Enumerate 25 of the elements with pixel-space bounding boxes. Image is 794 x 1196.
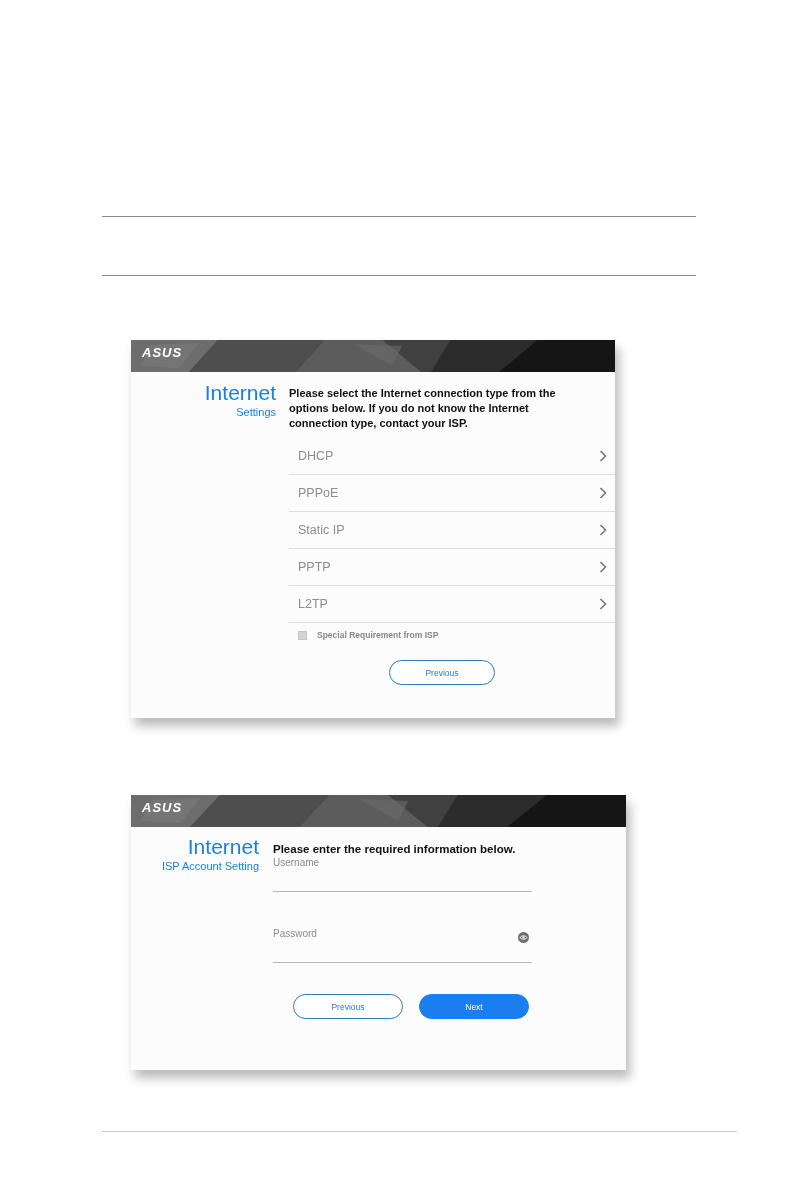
previous-button[interactable]: Previous <box>389 660 495 685</box>
connection-option[interactable]: Static IP <box>289 512 615 549</box>
chevron-icon <box>599 598 607 610</box>
page-subtitle: ISP Account Setting <box>160 859 259 874</box>
eye-icon[interactable] <box>518 932 529 943</box>
next-button[interactable]: Next <box>419 994 529 1019</box>
connection-option[interactable]: PPTP <box>289 549 615 586</box>
connection-option[interactable]: L2TP <box>289 586 615 623</box>
checkbox[interactable] <box>298 630 307 640</box>
chevron-icon <box>599 524 607 536</box>
page-subtitle: Settings <box>235 405 276 420</box>
username-field[interactable]: Username <box>273 857 532 892</box>
chevron-icon <box>599 561 607 573</box>
connection-option[interactable]: DHCP <box>289 438 615 475</box>
connection-option[interactable]: PPPoE <box>289 475 615 512</box>
page-title: Internet <box>186 835 259 858</box>
page-title: Internet <box>203 381 276 404</box>
previous-button[interactable]: Previous <box>293 994 403 1019</box>
chevron-icon <box>599 450 607 462</box>
logo: ASUS <box>142 801 183 815</box>
instruction-text: Please select the Internet connection type from the options below. If you do not know the Internet connection type, contact your ISP. <box>289 386 557 431</box>
logo: ASUS <box>142 346 183 360</box>
checkbox-label: Special Requirement from ISP <box>317 630 439 640</box>
instruction-text: Please enter the required information below. <box>273 842 517 857</box>
chevron-icon <box>599 487 607 499</box>
